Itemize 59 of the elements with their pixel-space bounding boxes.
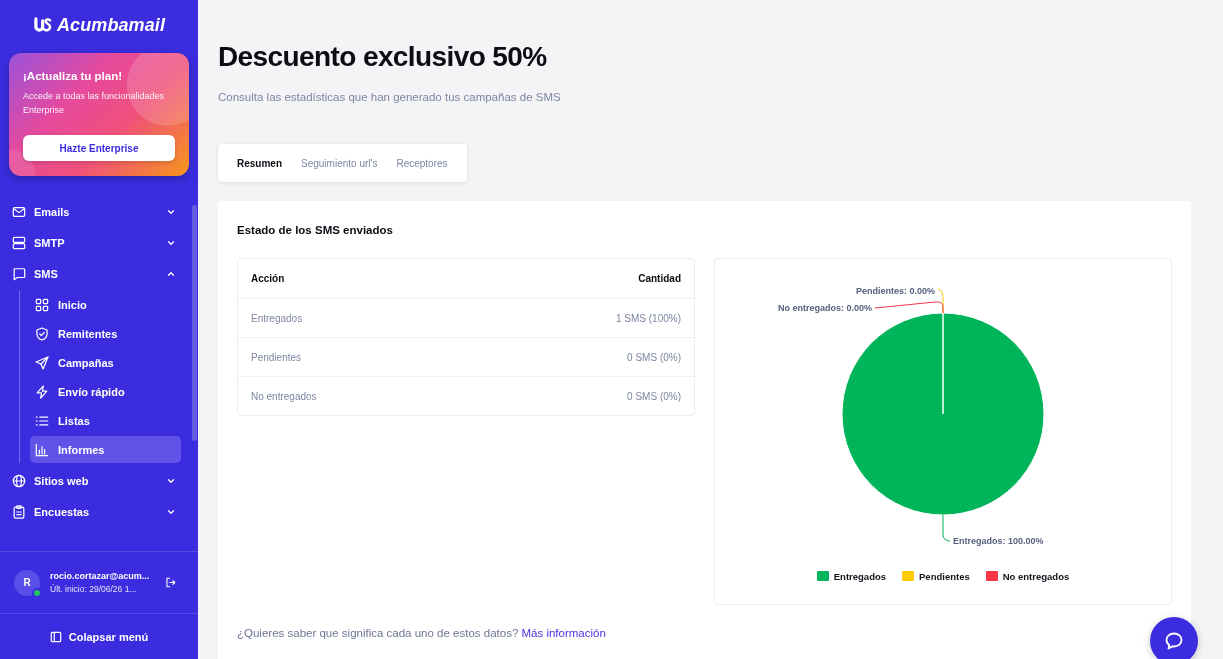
chat-icon bbox=[1164, 631, 1184, 651]
upgrade-button[interactable]: Hazte Enterprise bbox=[23, 135, 175, 161]
bar-chart-icon bbox=[35, 442, 49, 457]
column-header: Cantidad bbox=[466, 259, 694, 299]
paper-plane-icon bbox=[35, 355, 49, 370]
nav-subitem[interactable]: Listas bbox=[30, 407, 181, 434]
tab[interactable]: Resumen bbox=[237, 155, 282, 171]
leader-line bbox=[942, 514, 951, 542]
grid-icon bbox=[35, 297, 49, 312]
table-cell: 0 SMS (0%) bbox=[466, 376, 694, 415]
page-title: Descuento exclusivo 50% bbox=[218, 40, 547, 74]
table-cell: No entregados bbox=[238, 376, 467, 415]
lightning-icon bbox=[35, 384, 49, 399]
upgrade-title: ¡Actualiza tu plan! bbox=[23, 69, 124, 84]
server-icon bbox=[12, 235, 26, 250]
logo-text: Acumbamail bbox=[56, 14, 165, 36]
logout-icon[interactable] bbox=[165, 577, 176, 588]
avatar: R bbox=[14, 569, 40, 596]
data-label: Pendientes: 0.00% bbox=[855, 286, 935, 296]
user-email: rocio.cortazar@acum... bbox=[50, 571, 151, 581]
nav-subitem[interactable]: Inicio bbox=[30, 291, 181, 318]
nav-item[interactable]: SMTP bbox=[0, 227, 198, 258]
nav-item[interactable]: Encuestas bbox=[0, 496, 198, 527]
sidebar-panel-icon bbox=[49, 630, 62, 643]
nav-item[interactable]: SMS bbox=[0, 258, 198, 289]
data-label: Entregados: 100.00% bbox=[953, 536, 1044, 546]
nav-item[interactable]: Sitios web bbox=[0, 465, 198, 496]
tab[interactable]: Seguimiento url's bbox=[301, 155, 378, 171]
tab[interactable]: Receptores bbox=[396, 155, 448, 171]
envelope-icon bbox=[12, 204, 26, 219]
legend-label[interactable]: Pendientes bbox=[919, 570, 970, 582]
nav-item[interactable]: Emails bbox=[0, 196, 198, 227]
legend-label[interactable]: No entregados bbox=[1002, 570, 1070, 582]
help-text: ¿Quieres saber que significa cada uno de estos datos? Más información bbox=[237, 626, 606, 641]
nav-subitem[interactable]: Informes bbox=[30, 436, 181, 463]
table-cell: Pendientes bbox=[238, 337, 467, 377]
table-cell: 0 SMS (0%) bbox=[466, 337, 694, 377]
nav-subitem[interactable]: Remitentes bbox=[30, 320, 181, 347]
scrollbar-thumb[interactable] bbox=[192, 205, 197, 441]
upgrade-text: Accede a todas las funcionalidades Enterprise bbox=[23, 90, 166, 117]
collapse-menu-button[interactable]: Colapsar menú bbox=[45, 628, 153, 645]
page-subtitle: Consulta las estadísticas que han generado tus campañas de SMS bbox=[218, 90, 561, 105]
table-cell: 1 SMS (100%) bbox=[466, 298, 694, 338]
last-login-text: Últ. inicio: 29/06/26 1... bbox=[50, 584, 138, 594]
globe-icon bbox=[12, 473, 26, 488]
shield-check-icon bbox=[35, 326, 49, 341]
more-info-link[interactable]: Más información bbox=[521, 627, 606, 639]
logo-icon bbox=[32, 16, 52, 34]
data-label: No entregados: 0.00% bbox=[777, 303, 872, 313]
column-header: Acción bbox=[238, 259, 467, 299]
list-icon bbox=[35, 413, 49, 428]
legend-label[interactable]: Entregados bbox=[833, 570, 887, 582]
table-cell: Entregados bbox=[238, 298, 467, 338]
clipboard-icon bbox=[12, 504, 26, 519]
chat-button[interactable] bbox=[1150, 617, 1198, 659]
speech-bubble-icon bbox=[12, 266, 26, 281]
nav-subitem[interactable]: Campañas bbox=[30, 349, 181, 376]
section-title: Estado de los SMS enviados bbox=[237, 223, 393, 238]
nav-subitem[interactable]: Envío rápido bbox=[30, 378, 181, 405]
